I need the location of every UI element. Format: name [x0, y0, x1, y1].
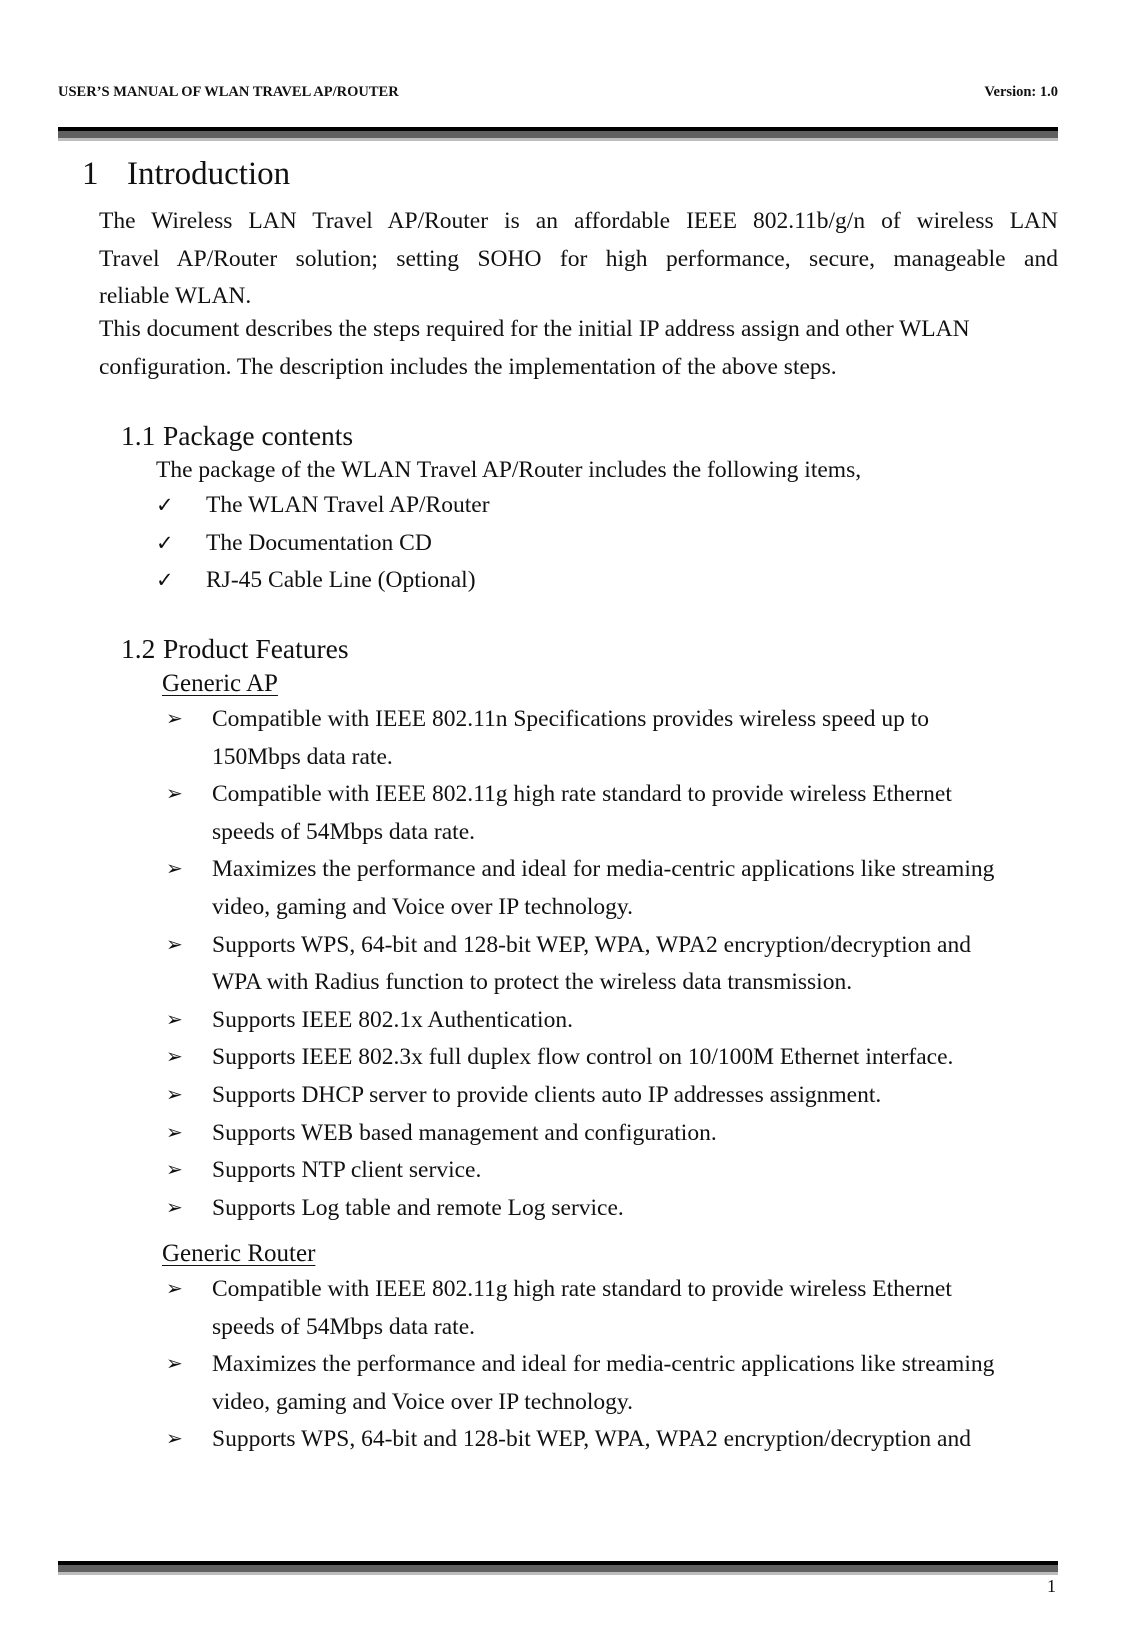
feature-text-line: Compatible with IEEE 802.11g high rate s…: [212, 1276, 952, 1302]
arrowhead-bullet-icon: ➢: [166, 1083, 183, 1106]
header-rule-band-dark: [58, 131, 1058, 138]
section-title: Product Features: [163, 633, 349, 664]
feature-text-line: Supports Log table and remote Log servic…: [212, 1194, 624, 1221]
section-title: Package contents: [163, 420, 354, 451]
generic-ap-feature-list: ➢ Compatible with IEEE 802.11n Specificat…: [166, 701, 1066, 1227]
feature-text: Supports Log table and remote Log servic…: [212, 1190, 624, 1228]
footer-rule-band-dark: [58, 1565, 1058, 1572]
feature-text-line: WPA with Radius function to protect the …: [212, 969, 853, 996]
subheading-generic-ap: Generic AP: [162, 670, 278, 697]
arrowhead-bullet-icon: ➢: [166, 1008, 183, 1031]
intro-paragraph: The Wireless LAN Travel AP/Router is an …: [99, 203, 1058, 316]
subheading-generic-router: Generic Router: [162, 1240, 316, 1267]
header-rule-band-light: [58, 138, 1058, 141]
paragraph-line: The Wireless LAN Travel AP/Router is an …: [99, 208, 1058, 234]
feature-text-line: Supports NTP client service.: [212, 1157, 482, 1184]
feature-list-item: ➢ Supports Log table and remote Log servi…: [166, 1190, 1066, 1228]
feature-text-line: Supports IEEE 802.3x full duplex flow co…: [212, 1044, 954, 1071]
arrowhead-bullet-icon: ➢: [166, 1046, 183, 1069]
list-item: ✓ RJ-45 Cable Line (Optional): [156, 562, 490, 600]
arrowhead-bullet-icon: ➢: [166, 858, 183, 881]
feature-text-line: Supports WEB based management and config…: [212, 1119, 717, 1146]
section-number: 1.2: [121, 633, 156, 664]
feature-text: Supports IEEE 802.3x full duplex flow co…: [212, 1039, 953, 1077]
feature-text: Supports WEB based management and config…: [212, 1115, 717, 1153]
feature-list-item: ➢ Supports IEEE 802.3x full duplex flow c…: [166, 1039, 1066, 1077]
feature-text: Supports WPS, 64-bit and 128-bit WEP, WP…: [212, 1421, 971, 1459]
chapter-number: 1: [82, 156, 99, 192]
feature-text-line: 150Mbps data rate.: [212, 743, 393, 770]
feature-text: Compatible with IEEE 802.11n Specificati…: [212, 701, 929, 776]
arrowhead-bullet-icon: ➢: [166, 1428, 183, 1451]
feature-text-line: Compatible with IEEE 802.11n Specificati…: [212, 706, 930, 732]
arrowhead-bullet-icon: ➢: [166, 933, 183, 956]
checkmark-icon: ✓: [156, 493, 174, 517]
feature-text: Maximizes the performance and ideal for …: [212, 851, 994, 926]
feature-text-line: Maximizes the performance and ideal for …: [212, 856, 995, 883]
feature-text: Supports WPS, 64-bit and 128-bit WEP, WP…: [212, 927, 971, 1002]
package-intro-text: The package of the WLAN Travel AP/Router…: [156, 457, 862, 483]
section-number: 1.1: [121, 420, 156, 451]
feature-list-item: ➢ Supports WEB based management and confi…: [166, 1115, 1066, 1153]
feature-text-line: speeds of 54Mbps data rate.: [212, 818, 475, 845]
arrowhead-bullet-icon: ➢: [166, 1196, 183, 1219]
feature-list-item: ➢ Supports NTP client service.: [166, 1152, 1066, 1190]
feature-list-item: ➢ Supports WPS, 64-bit and 128-bit WEP, W…: [166, 1421, 1066, 1459]
list-item-text: The WLAN Travel AP/Router: [206, 492, 490, 518]
version-label: Version: 1.0: [984, 84, 1058, 100]
package-contents-list: ✓ The WLAN Travel AP/Router ✓ The Document…: [156, 487, 490, 600]
feature-text: Maximizes the performance and ideal for …: [212, 1346, 994, 1421]
footer-rule-band-light: [58, 1572, 1058, 1575]
feature-text-line: speeds of 54Mbps data rate.: [212, 1313, 475, 1340]
checkmark-icon: ✓: [156, 568, 174, 593]
chapter-title: Introduction: [127, 156, 291, 192]
feature-text: Supports NTP client service.: [212, 1152, 481, 1190]
feature-text: Compatible with IEEE 802.11g high rate s…: [212, 776, 952, 851]
description-paragraph: This document describes the steps requir…: [99, 311, 1058, 386]
arrowhead-bullet-icon: ➢: [166, 1353, 183, 1376]
feature-list-item: ➢ Maximizes the performance and ideal for…: [166, 1346, 1066, 1421]
running-header-title: USER’S MANUAL OF WLAN TRAVEL AP/ROUTER: [58, 84, 399, 100]
arrowhead-bullet-icon: ➢: [166, 1159, 183, 1182]
feature-text-line: Compatible with IEEE 802.11g high rate s…: [212, 781, 952, 808]
feature-text-line: Supports DHCP server to provide clients …: [212, 1081, 882, 1108]
paragraph-line: This document describes the steps requir…: [99, 316, 970, 342]
feature-text: Supports DHCP server to provide clients …: [212, 1077, 881, 1115]
arrowhead-bullet-icon: ➢: [166, 708, 183, 730]
paragraph-line: configuration. The description includes …: [99, 353, 837, 380]
feature-text-line: Supports IEEE 802.1x Authentication.: [212, 1006, 573, 1033]
feature-list-item: ➢ Compatible with IEEE 802.11n Specificat…: [166, 701, 1066, 776]
section-heading-package-contents: 1.1 Package contents: [121, 418, 353, 454]
feature-list-item: ➢ Supports DHCP server to provide clients…: [166, 1077, 1066, 1115]
generic-router-feature-list: ➢ Compatible with IEEE 802.11g high rate …: [166, 1271, 1066, 1459]
feature-list-item: ➢ Supports WPS, 64-bit and 128-bit WEP, W…: [166, 927, 1066, 1002]
feature-list-item: ➢ Maximizes the performance and ideal for…: [166, 851, 1066, 926]
section-heading-product-features: 1.2 Product Features: [121, 631, 349, 667]
feature-text-line: Supports WPS, 64-bit and 128-bit WEP, WP…: [212, 931, 971, 958]
list-item: ✓ The Documentation CD: [156, 525, 490, 563]
feature-text-line: video, gaming and Voice over IP technolo…: [212, 1388, 633, 1415]
arrowhead-bullet-icon: ➢: [166, 1278, 183, 1300]
header-rule: [58, 127, 1058, 141]
list-item-text: RJ-45 Cable Line (Optional): [206, 567, 476, 594]
chapter-heading: 1 Introduction: [82, 154, 290, 194]
footer-rule: [58, 1561, 1058, 1575]
feature-list-item: ➢ Supports IEEE 802.1x Authentication.: [166, 1002, 1066, 1040]
feature-text: Compatible with IEEE 802.11g high rate s…: [212, 1271, 952, 1346]
feature-text-line: Supports WPS, 64-bit and 128-bit WEP, WP…: [212, 1426, 971, 1453]
page-number: 1: [1047, 1576, 1056, 1596]
feature-text: Supports IEEE 802.1x Authentication.: [212, 1002, 573, 1040]
checkmark-icon: ✓: [156, 530, 174, 555]
feature-list-item: ➢ Compatible with IEEE 802.11g high rate …: [166, 1271, 1066, 1346]
feature-text-line: video, gaming and Voice over IP technolo…: [212, 893, 633, 920]
list-item-text: The Documentation CD: [206, 529, 432, 556]
paragraph-line: Travel AP/Router solution; setting SOHO …: [99, 245, 1058, 272]
arrowhead-bullet-icon: ➢: [166, 1121, 183, 1144]
arrowhead-bullet-icon: ➢: [166, 783, 183, 806]
feature-text-line: Maximizes the performance and ideal for …: [212, 1351, 995, 1378]
list-item: ✓ The WLAN Travel AP/Router: [156, 487, 490, 525]
feature-list-item: ➢ Compatible with IEEE 802.11g high rate …: [166, 776, 1066, 851]
